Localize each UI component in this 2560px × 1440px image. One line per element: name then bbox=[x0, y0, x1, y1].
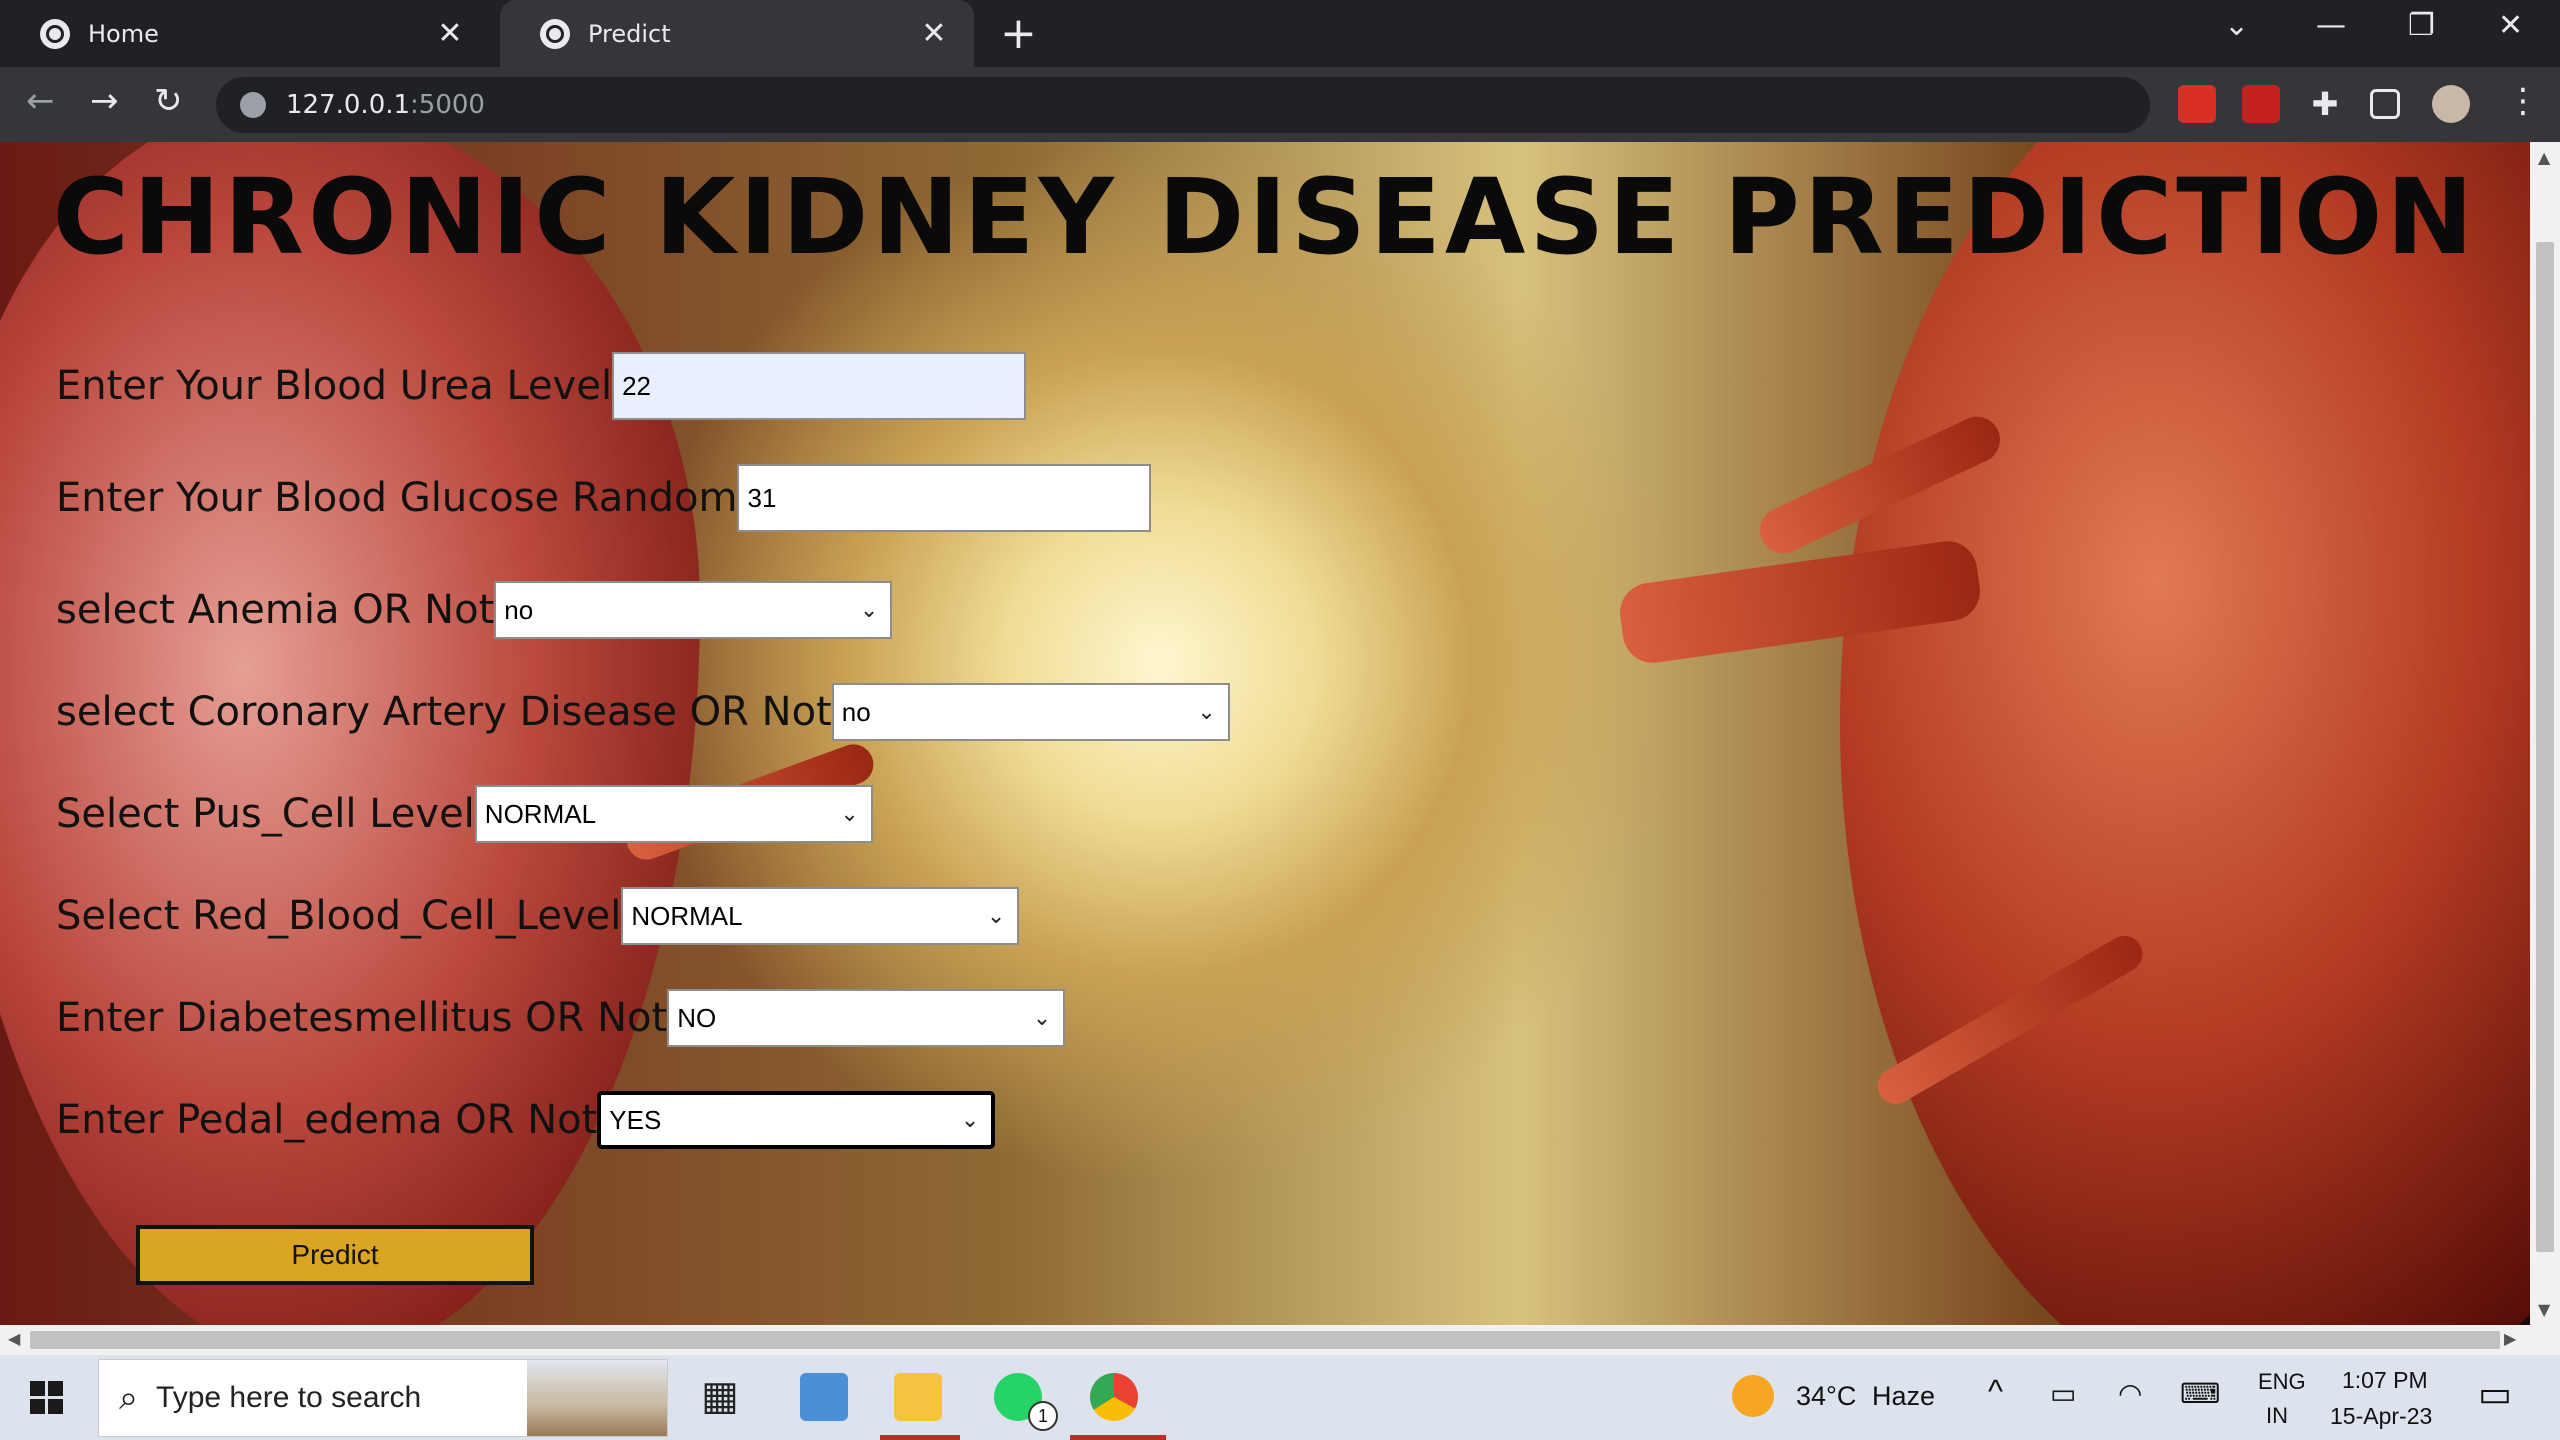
chevron-down-icon: ⌄ bbox=[986, 903, 1006, 928]
close-icon[interactable]: ✕ bbox=[430, 16, 470, 51]
blood-glucose-label: Enter Your Blood Glucose Random bbox=[56, 475, 738, 521]
active-indicator bbox=[880, 1435, 960, 1440]
globe-icon bbox=[40, 18, 70, 49]
red-blood-cell-label: Select Red_Blood_Cell_Level bbox=[56, 893, 622, 939]
red-blood-cell-row: Select Red_Blood_Cell_Level NORMAL ⌄ bbox=[56, 887, 1020, 945]
blood-urea-row: Enter Your Blood Urea Level 22 bbox=[56, 352, 1027, 420]
tab-title: Predict bbox=[588, 19, 671, 48]
language-line1[interactable]: ENG bbox=[2258, 1369, 2306, 1395]
whatsapp-badge: 1 bbox=[1028, 1401, 1058, 1431]
anemia-select[interactable]: no ⌄ bbox=[494, 581, 893, 639]
weather-icon[interactable] bbox=[1732, 1375, 1774, 1417]
scrollbar-thumb[interactable] bbox=[30, 1331, 2500, 1349]
windows-start-icon[interactable] bbox=[30, 1381, 64, 1415]
predict-button[interactable]: Predict bbox=[136, 1225, 534, 1285]
browser-tab-strip: Home ✕ Predict ✕ + ⌄ — ❐ ✕ bbox=[0, 0, 2560, 67]
search-highlight-image bbox=[527, 1360, 667, 1436]
diabetes-select[interactable]: NO ⌄ bbox=[667, 989, 1066, 1047]
globe-icon bbox=[540, 18, 570, 49]
weather-temp[interactable]: 34°C bbox=[1796, 1381, 1856, 1412]
coronary-row: select Coronary Artery Disease OR Not no… bbox=[56, 683, 1230, 741]
menu-icon[interactable]: ⋮ bbox=[2506, 81, 2540, 121]
browser-toolbar: ← → ↻ 127.0.0.1:5000 ✚ ⋮ bbox=[0, 67, 2560, 142]
chevron-up-icon[interactable]: ^ bbox=[1988, 1373, 2003, 1410]
windows-taskbar: ⌕ Type here to search ▦ 1 34°C Haze ^ ▭ … bbox=[0, 1355, 2560, 1440]
scroll-up-icon[interactable]: ▲ bbox=[2538, 148, 2550, 167]
chevron-down-icon: ⌄ bbox=[859, 597, 879, 622]
extension-icon[interactable] bbox=[2178, 85, 2216, 123]
chevron-down-icon[interactable]: ⌄ bbox=[2224, 8, 2249, 43]
side-panel-icon[interactable] bbox=[2370, 89, 2400, 119]
task-view-icon[interactable]: ▦ bbox=[696, 1373, 744, 1421]
avatar[interactable] bbox=[2432, 85, 2470, 123]
blood-urea-label: Enter Your Blood Urea Level bbox=[56, 363, 613, 409]
site-info-icon[interactable] bbox=[240, 92, 266, 118]
blood-glucose-row: Enter Your Blood Glucose Random 31 bbox=[56, 464, 1152, 532]
pus-cell-select[interactable]: NORMAL ⌄ bbox=[474, 785, 873, 843]
restore-icon[interactable]: ❐ bbox=[2408, 8, 2435, 43]
chevron-down-icon: ⌄ bbox=[1032, 1005, 1052, 1030]
red-blood-cell-select[interactable]: NORMAL ⌄ bbox=[621, 887, 1020, 945]
close-icon[interactable]: ✕ bbox=[914, 16, 954, 51]
clock-date[interactable]: 15-Apr-23 bbox=[2330, 1403, 2432, 1430]
diabetes-row: Enter Diabetesmellitus OR Not NO ⌄ bbox=[56, 989, 1066, 1047]
horizontal-scrollbar[interactable]: ◀ ▶ bbox=[0, 1325, 2560, 1355]
keyboard-icon[interactable]: ⌨ bbox=[2180, 1377, 2220, 1410]
search-icon: ⌕ bbox=[119, 1378, 139, 1418]
minimize-icon[interactable]: — bbox=[2316, 8, 2346, 43]
coronary-select[interactable]: no ⌄ bbox=[831, 683, 1230, 741]
scroll-left-icon[interactable]: ◀ bbox=[8, 1329, 20, 1348]
scroll-right-icon[interactable]: ▶ bbox=[2504, 1329, 2516, 1348]
pus-cell-row: Select Pus_Cell Level NORMAL ⌄ bbox=[56, 785, 873, 843]
chevron-down-icon: ⌄ bbox=[1197, 699, 1216, 724]
battery-icon[interactable]: ▭ bbox=[2050, 1377, 2076, 1410]
anemia-label: select Anemia OR Not bbox=[56, 587, 495, 633]
wifi-icon[interactable]: ◠ bbox=[2118, 1377, 2142, 1410]
coronary-label: select Coronary Artery Disease OR Not bbox=[56, 689, 832, 735]
page-viewport: CHRONIC KIDNEY DISEASE PREDICTION Enter … bbox=[0, 142, 2530, 1325]
tab-home[interactable]: Home ✕ bbox=[0, 0, 490, 67]
computer-icon[interactable] bbox=[800, 1373, 848, 1421]
scrollbar-thumb[interactable] bbox=[2536, 242, 2554, 1252]
new-tab-button[interactable]: + bbox=[1000, 8, 1037, 59]
extension-icon[interactable] bbox=[2242, 85, 2280, 123]
active-indicator bbox=[1070, 1435, 1166, 1440]
chevron-down-icon: ⌄ bbox=[840, 801, 859, 826]
weather-condition[interactable]: Haze bbox=[1872, 1381, 1935, 1412]
pedal-edema-label: Enter Pedal_edema OR Not bbox=[56, 1097, 598, 1143]
vertical-scrollbar[interactable]: ▲ ▼ bbox=[2530, 142, 2560, 1325]
taskbar-search-box[interactable]: ⌕ Type here to search bbox=[98, 1359, 668, 1437]
anemia-row: select Anemia OR Not no ⌄ bbox=[56, 581, 893, 639]
file-explorer-icon[interactable] bbox=[894, 1373, 942, 1421]
kidney-illustration-right bbox=[1840, 142, 2530, 1325]
chevron-down-icon: ⌄ bbox=[960, 1107, 980, 1132]
tab-title: Home bbox=[88, 19, 159, 48]
scroll-down-icon[interactable]: ▼ bbox=[2538, 1300, 2550, 1319]
back-icon[interactable]: ← bbox=[26, 81, 55, 121]
clock-time[interactable]: 1:07 PM bbox=[2342, 1367, 2428, 1394]
diabetes-label: Enter Diabetesmellitus OR Not bbox=[56, 995, 668, 1041]
page-title: CHRONIC KIDNEY DISEASE PREDICTION bbox=[52, 156, 2478, 278]
address-bar[interactable]: 127.0.0.1:5000 bbox=[216, 77, 2150, 133]
url-text: 127.0.0.1:5000 bbox=[286, 90, 485, 120]
pedal-edema-select[interactable]: YES ⌄ bbox=[597, 1091, 996, 1149]
chrome-icon[interactable] bbox=[1090, 1373, 1138, 1421]
puzzle-icon[interactable]: ✚ bbox=[2306, 85, 2344, 123]
notification-icon[interactable]: ▭ bbox=[2478, 1373, 2512, 1415]
reload-icon[interactable]: ↻ bbox=[154, 81, 183, 121]
tab-predict[interactable]: Predict ✕ bbox=[500, 0, 974, 67]
blood-glucose-input[interactable]: 31 bbox=[737, 464, 1152, 532]
pedal-edema-row: Enter Pedal_edema OR Not YES ⌄ bbox=[56, 1091, 996, 1149]
window-close-icon[interactable]: ✕ bbox=[2498, 8, 2523, 43]
pus-cell-label: Select Pus_Cell Level bbox=[56, 791, 475, 837]
search-placeholder: Type here to search bbox=[156, 1381, 422, 1414]
blood-urea-input[interactable]: 22 bbox=[612, 352, 1027, 420]
forward-icon[interactable]: → bbox=[90, 81, 119, 121]
language-line2[interactable]: IN bbox=[2266, 1403, 2288, 1429]
